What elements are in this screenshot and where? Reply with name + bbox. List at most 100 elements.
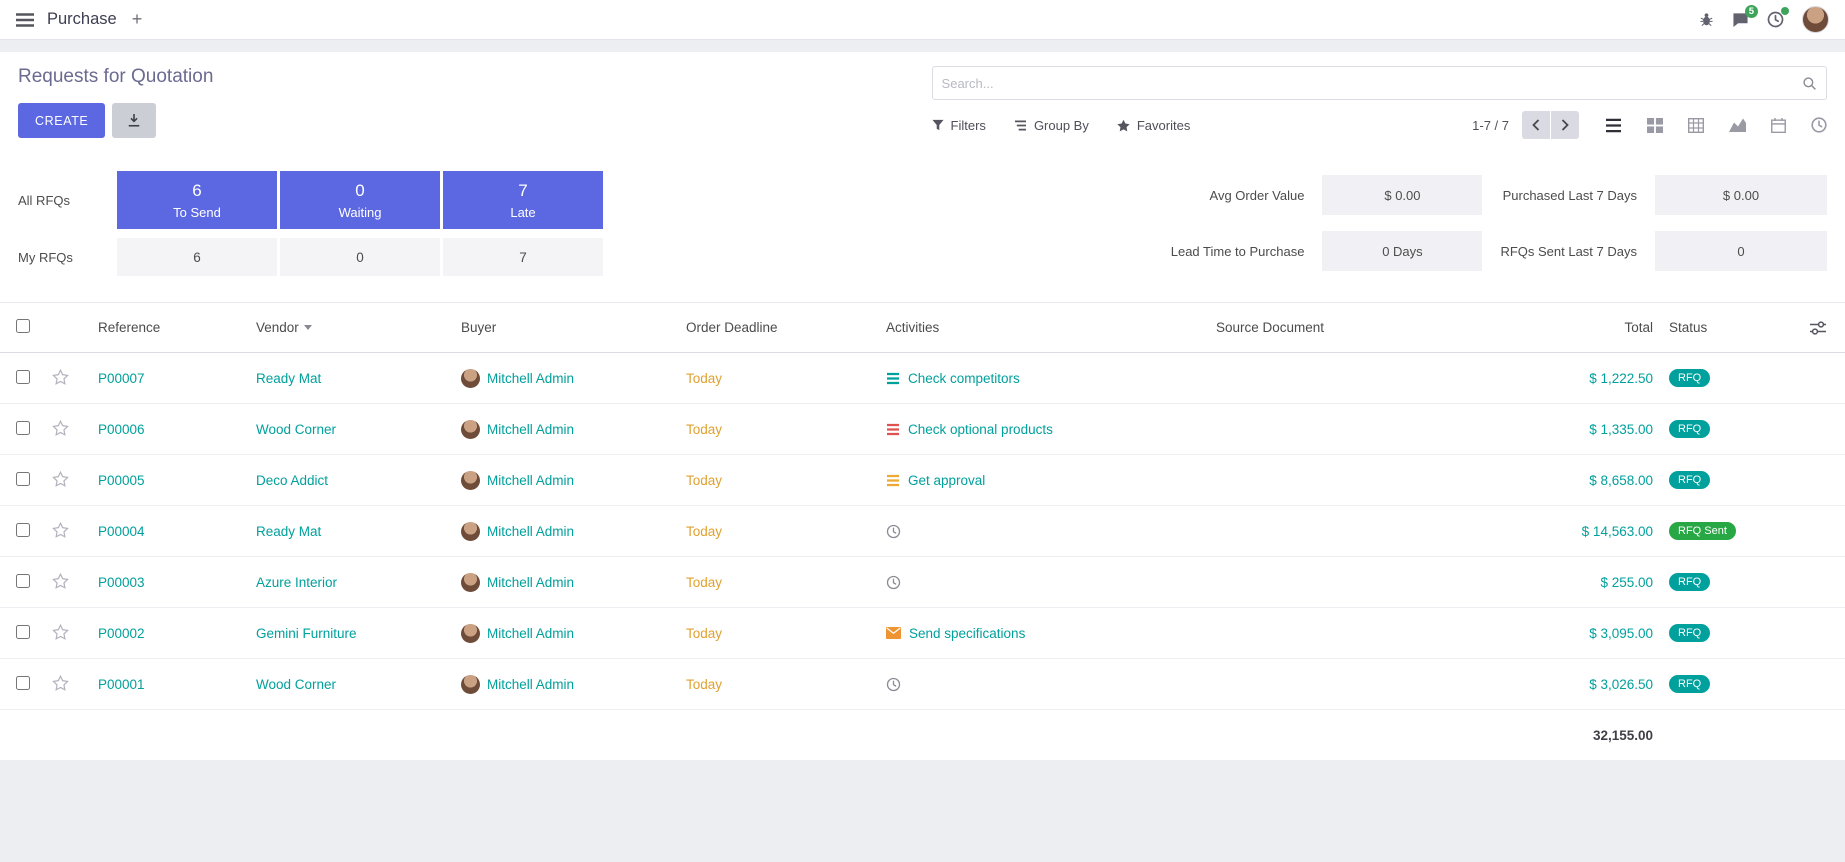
export-button[interactable] bbox=[112, 103, 156, 138]
buyer-link[interactable]: Mitchell Admin bbox=[487, 371, 574, 386]
activity-clock-icon[interactable] bbox=[886, 524, 901, 539]
source-document-cell bbox=[1210, 506, 1523, 557]
stat-label-rfqs-sent-last-7-days: RFQs Sent Last 7 Days bbox=[1500, 244, 1637, 259]
favorite-star-icon[interactable] bbox=[52, 573, 69, 589]
activity-list-icon[interactable] bbox=[886, 423, 900, 436]
activity-label[interactable]: Check competitors bbox=[908, 371, 1020, 386]
row-checkbox[interactable] bbox=[16, 574, 30, 588]
favorite-star-icon[interactable] bbox=[52, 624, 69, 640]
vendor-link[interactable]: Wood Corner bbox=[256, 422, 336, 437]
rfq-list-table: Reference Vendor Buyer Order Deadline Ac… bbox=[0, 302, 1845, 761]
app-name[interactable]: Purchase bbox=[47, 10, 117, 29]
activity-clock-icon[interactable] bbox=[886, 575, 901, 590]
calendar-view-icon[interactable] bbox=[1771, 118, 1786, 133]
reference-link[interactable]: P00003 bbox=[98, 575, 145, 590]
reference-link[interactable]: P00007 bbox=[98, 371, 145, 386]
my-tile-waiting[interactable]: 0 bbox=[280, 238, 440, 276]
activity-view-icon[interactable] bbox=[1811, 117, 1827, 133]
row-checkbox[interactable] bbox=[16, 370, 30, 384]
column-header-status[interactable]: Status bbox=[1663, 303, 1791, 353]
reference-link[interactable]: P00005 bbox=[98, 473, 145, 488]
vendor-link[interactable]: Ready Mat bbox=[256, 524, 321, 539]
favorite-star-icon[interactable] bbox=[52, 369, 69, 385]
search-icon[interactable] bbox=[1802, 76, 1817, 91]
kanban-view-icon[interactable] bbox=[1647, 118, 1663, 133]
buyer-link[interactable]: Mitchell Admin bbox=[487, 626, 574, 641]
buyer-link[interactable]: Mitchell Admin bbox=[487, 524, 574, 539]
my-tile-to-send[interactable]: 6 bbox=[117, 238, 277, 276]
reference-link[interactable]: P00002 bbox=[98, 626, 145, 641]
buyer-avatar bbox=[461, 624, 480, 643]
favorite-star-icon[interactable] bbox=[52, 420, 69, 436]
table-row[interactable]: P00006 Wood Corner Mitchell Admin Today … bbox=[0, 404, 1845, 455]
favorite-star-icon[interactable] bbox=[52, 471, 69, 487]
table-row[interactable]: P00001 Wood Corner Mitchell Admin Today … bbox=[0, 659, 1845, 710]
activity-label[interactable]: Send specifications bbox=[909, 626, 1025, 641]
column-header-total[interactable]: Total bbox=[1523, 303, 1663, 353]
column-header-reference[interactable]: Reference bbox=[92, 303, 250, 353]
table-row[interactable]: P00004 Ready Mat Mitchell Admin Today $ … bbox=[0, 506, 1845, 557]
messages-icon[interactable]: 5 bbox=[1732, 12, 1749, 28]
group-by-button[interactable]: Group By bbox=[1014, 118, 1089, 133]
buyer-link[interactable]: Mitchell Admin bbox=[487, 575, 574, 590]
column-header-buyer[interactable]: Buyer bbox=[455, 303, 680, 353]
row-checkbox[interactable] bbox=[16, 472, 30, 486]
status-badge: RFQ bbox=[1669, 420, 1710, 438]
activity-label[interactable]: Get approval bbox=[908, 473, 985, 488]
reference-link[interactable]: P00006 bbox=[98, 422, 145, 437]
table-row[interactable]: P00007 Ready Mat Mitchell Admin Today Ch… bbox=[0, 353, 1845, 404]
select-all-checkbox[interactable] bbox=[16, 319, 30, 333]
pivot-view-icon[interactable] bbox=[1688, 118, 1704, 133]
debug-bug-icon[interactable] bbox=[1699, 12, 1714, 27]
reference-link[interactable]: P00004 bbox=[98, 524, 145, 539]
search-bar[interactable] bbox=[932, 66, 1827, 100]
activity-label[interactable]: Check optional products bbox=[908, 422, 1053, 437]
vendor-link[interactable]: Ready Mat bbox=[256, 371, 321, 386]
row-checkbox[interactable] bbox=[16, 523, 30, 537]
vendor-link[interactable]: Deco Addict bbox=[256, 473, 328, 488]
buyer-link[interactable]: Mitchell Admin bbox=[487, 677, 574, 692]
table-row[interactable]: P00002 Gemini Furniture Mitchell Admin T… bbox=[0, 608, 1845, 659]
row-checkbox[interactable] bbox=[16, 421, 30, 435]
vendor-link[interactable]: Gemini Furniture bbox=[256, 626, 357, 641]
apps-menu-icon[interactable] bbox=[16, 13, 34, 27]
activity-list-icon[interactable] bbox=[886, 474, 900, 487]
search-input[interactable] bbox=[933, 67, 1802, 99]
optional-columns-icon[interactable] bbox=[1797, 321, 1839, 335]
filters-button[interactable]: Filters bbox=[932, 118, 986, 133]
column-header-source-document[interactable]: Source Document bbox=[1210, 303, 1523, 353]
buyer-link[interactable]: Mitchell Admin bbox=[487, 473, 574, 488]
create-button[interactable]: CREATE bbox=[18, 103, 105, 138]
activity-clock-icon[interactable] bbox=[886, 677, 901, 692]
row-checkbox[interactable] bbox=[16, 676, 30, 690]
activity-list-icon[interactable] bbox=[886, 372, 900, 385]
table-row[interactable]: P00005 Deco Addict Mitchell Admin Today … bbox=[0, 455, 1845, 506]
column-header-activities[interactable]: Activities bbox=[880, 303, 1210, 353]
column-header-order-deadline[interactable]: Order Deadline bbox=[680, 303, 880, 353]
new-tab-plus[interactable]: + bbox=[132, 9, 143, 30]
column-header-vendor[interactable]: Vendor bbox=[250, 303, 455, 353]
list-view-icon[interactable] bbox=[1605, 118, 1622, 133]
user-avatar[interactable] bbox=[1802, 6, 1829, 33]
tile-to-send[interactable]: 6 To Send bbox=[117, 171, 277, 229]
tile-late[interactable]: 7 Late bbox=[443, 171, 603, 229]
tile-waiting[interactable]: 0 Waiting bbox=[280, 171, 440, 229]
table-row[interactable]: P00003 Azure Interior Mitchell Admin Tod… bbox=[0, 557, 1845, 608]
favorite-star-icon[interactable] bbox=[52, 675, 69, 691]
favorite-star-icon[interactable] bbox=[52, 522, 69, 538]
activities-clock-icon[interactable] bbox=[1767, 11, 1784, 28]
buyer-avatar bbox=[461, 420, 480, 439]
graph-view-icon[interactable] bbox=[1729, 118, 1746, 132]
my-tile-late[interactable]: 7 bbox=[443, 238, 603, 276]
grand-total: 32,155.00 bbox=[1593, 728, 1653, 743]
favorites-button[interactable]: Favorites bbox=[1117, 118, 1190, 133]
row-checkbox[interactable] bbox=[16, 625, 30, 639]
activity-envelope-icon[interactable] bbox=[886, 627, 901, 639]
vendor-link[interactable]: Azure Interior bbox=[256, 575, 337, 590]
pager-next-button[interactable] bbox=[1551, 111, 1579, 139]
vendor-link[interactable]: Wood Corner bbox=[256, 677, 336, 692]
buyer-link[interactable]: Mitchell Admin bbox=[487, 422, 574, 437]
reference-link[interactable]: P00001 bbox=[98, 677, 145, 692]
group-by-bars-icon bbox=[1014, 120, 1027, 131]
pager-previous-button[interactable] bbox=[1522, 111, 1550, 139]
